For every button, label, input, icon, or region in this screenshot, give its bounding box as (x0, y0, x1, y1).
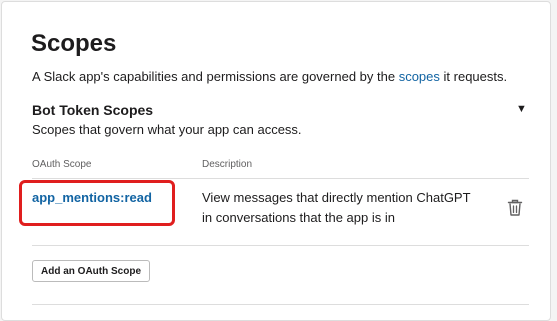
scope-description: View messages that directly mention Chat… (202, 190, 471, 225)
add-oauth-scope-button[interactable]: Add an OAuth Scope (32, 260, 150, 282)
table-divider-top (32, 178, 529, 179)
bot-token-scopes-subtitle: Scopes that govern what your app can acc… (32, 122, 302, 137)
bot-token-scopes-heading: Bot Token Scopes (32, 102, 154, 118)
trash-icon[interactable] (507, 199, 523, 217)
scopes-link[interactable]: scopes (399, 69, 440, 84)
section-divider (32, 304, 529, 305)
column-header-oauth-scope: OAuth Scope (32, 159, 92, 170)
scopes-subtitle: A Slack app's capabilities and permissio… (32, 69, 507, 84)
scope-name-link[interactable]: app_mentions:read (32, 190, 152, 205)
column-header-description: Description (202, 159, 253, 170)
subtitle-suffix: it requests. (439, 69, 508, 84)
page-title: Scopes (31, 30, 117, 57)
subtitle-prefix: A Slack app's capabilities and permissio… (32, 69, 399, 84)
table-divider-bottom (32, 245, 529, 246)
caret-down-icon[interactable]: ▼ (516, 103, 527, 115)
scopes-card: Scopes A Slack app's capabilities and pe… (1, 1, 551, 321)
